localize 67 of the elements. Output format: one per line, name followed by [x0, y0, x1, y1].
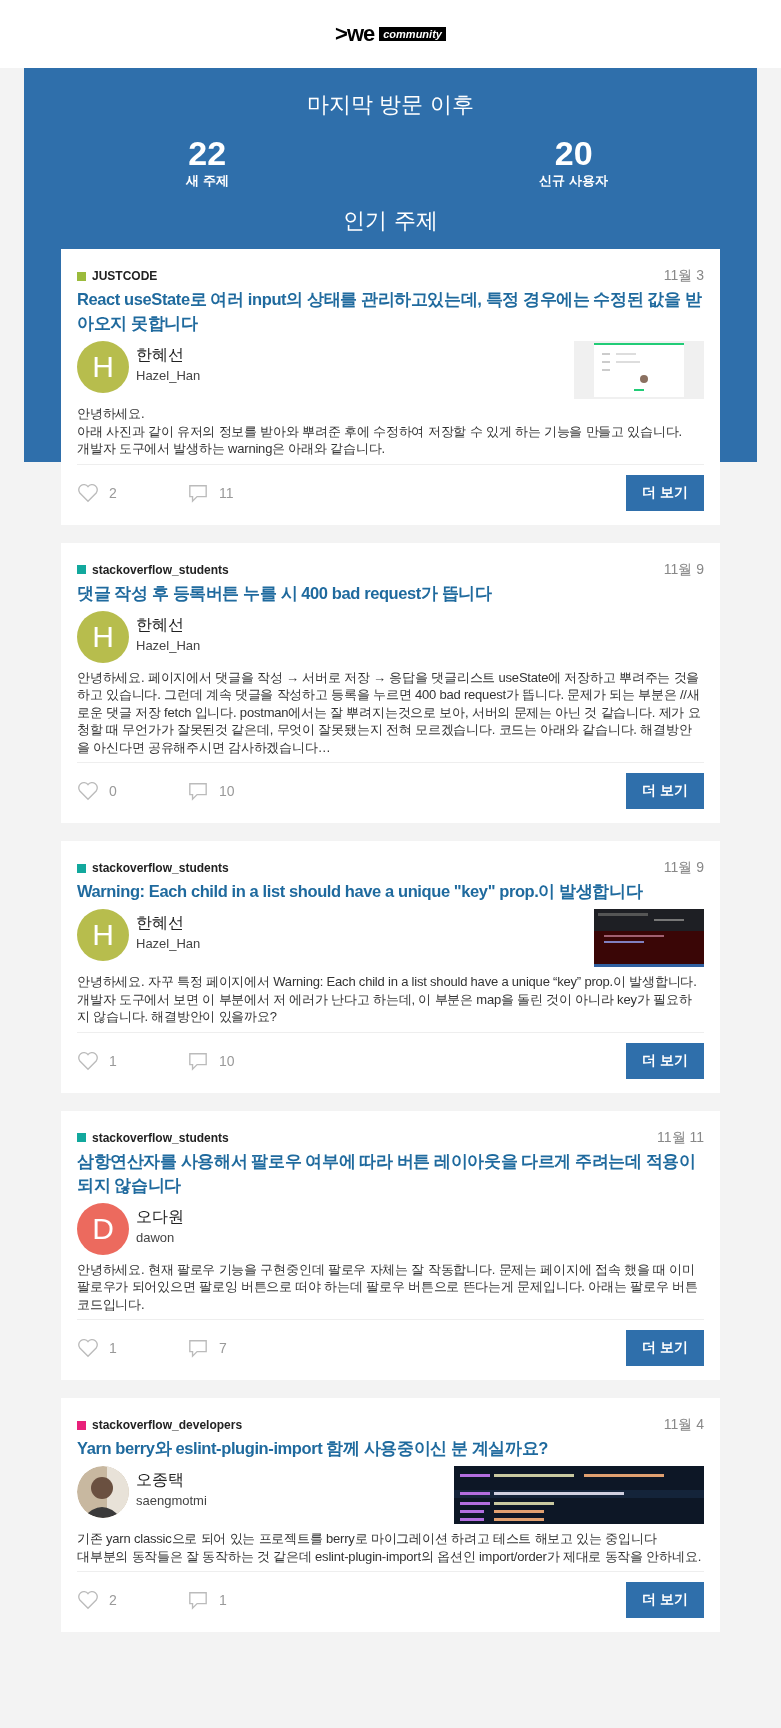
author-username: dawon — [136, 1229, 176, 1245]
heart-icon — [77, 1338, 99, 1358]
stat-value: 22 — [188, 134, 227, 172]
like-count: 2 — [109, 484, 117, 501]
stat-label: 새 주제 — [185, 172, 229, 190]
more-button[interactable]: 더 보기 — [626, 474, 704, 511]
comment-icon — [187, 1050, 209, 1071]
heart-icon — [77, 1050, 99, 1071]
category-link[interactable]: stackoverflow_developers — [77, 1418, 243, 1432]
like-count: 1 — [109, 1052, 117, 1069]
topic-title[interactable]: Yarn berry와 eslint-plugin-import 함께 사용중이신 분 계실까요? — [77, 1436, 704, 1460]
topic-excerpt: 기존 yarn classic으로 되어 있는 프로젝트를 berry로 마이그레이션 하려고 테스트 해보고 있는 중입니다 대부분의 동작들은 잘 동작하는 것 같은데 eslint-plugin-import의 옵션인 import/order가 제대로 동작을 안하네요. — [77, 1530, 703, 1565]
author-username: saengmotmi — [136, 1493, 207, 1508]
topic-title[interactable]: Warning: Each child in a list should have a unique "key" prop.이 발생합니다 — [77, 879, 704, 903]
avatar: D — [77, 1202, 129, 1255]
comment-count: 11 — [219, 484, 234, 501]
topic-excerpt: 안녕하세요. 자꾸 특정 페이지에서 Warning: Each child in a list should have a unique “key” prop.이 발생합니다. 개발자 도구에서 보면 이 부분에서 저 에러가 난다고 하는데, 이 부분은 map을 돌린 것이 아니라 key가 필요하지 않습니다. 해결방안이 있을까요? — [77, 973, 698, 1026]
heart-icon — [77, 1590, 99, 1610]
topic-excerpt: 안녕하세요. 페이지에서 댓글을 작성 → 서버로 저장 → 응답을 댓글리스트 useState에 저장하고 뿌려주는 것을 하고 있습니다. 그런데 계속 댓글을 작성하고 등록을 누르면 400 bad request가 뜹니다. 문제가 되는 부분은 //새로운 댓글 저장 fetch 입니다. postman에서는 잘 뿌려지는것으로 보아, 서버의 문제는 아닌 것 같습니다. 제가 요청할 때 무언가가 잘못된것 같은데, 무엇이 잘못됐는지 전혀 모르겠습니다. 코드는 아래와 같습니다. 해결방안을 아신다면 공유해주시면 감사하겠습니다… — [77, 668, 702, 756]
like-count: 0 — [109, 783, 117, 799]
author-name: 오종택 — [136, 1470, 185, 1490]
avatar: H — [77, 610, 129, 663]
avatar: H — [77, 341, 129, 393]
author-username: Hazel_Han — [136, 368, 201, 383]
comment-icon — [187, 1590, 209, 1610]
summary-title: 마지막 방문 이후 — [306, 91, 475, 119]
topic-excerpt: 안녕하세요. 현재 팔로우 기능을 구현중인데 팔로우 자체는 잘 작동합니다. 문제는 페이지에 접속 했을 때 이미 팔로우가 되어있으면 팔로잉 버튼으로 떠야 하는데 팔로우 버튼으로 뜬다는게 문제입니다. 아래는 팔로우 버튼 코드입니다. — [77, 1260, 699, 1313]
stat-label: 신규 사용자 — [539, 172, 609, 190]
topic-excerpt: 안녕하세요. 아래 사진과 같이 유저의 정보를 받아와 뿌려준 후에 수정하여 저장할 수 있게 하는 기능을 만들고 있습니다. 개발자 도구에서 발생하는 warning은 아래와 같습니다. — [77, 405, 683, 458]
logo-tag: community — [379, 27, 446, 41]
like-count: 2 — [109, 1592, 117, 1608]
topic-title[interactable]: 삼항연산자를 사용해서 팔로우 여부에 따라 버튼 레이아웃을 다르게 주려는데 적용이 되지 않습니다 — [77, 1148, 704, 1197]
category-link[interactable]: stackoverflow_students — [77, 861, 229, 875]
category-link[interactable]: stackoverflow_students — [77, 1130, 229, 1145]
comment-count: 10 — [219, 783, 235, 799]
comment-count: 10 — [219, 1052, 235, 1069]
comment-count: 7 — [219, 1340, 227, 1356]
topic-title[interactable]: React useState로 여러 input의 상태를 관리하고있는데, 특정 경우에는 수정된 값을 받아오지 못합니다 — [77, 287, 704, 335]
more-button[interactable]: 더 보기 — [626, 1042, 704, 1079]
category-link[interactable]: stackoverflow_students — [77, 562, 229, 577]
topic-date: 11월 3 — [663, 267, 704, 285]
topic-title[interactable]: 댓글 작성 후 등록버튼 누를 시 400 bad request가 뜹니다 — [77, 580, 704, 605]
author-username: Hazel_Han — [136, 637, 201, 653]
more-button[interactable]: 더 보기 — [626, 773, 704, 809]
stat-value: 20 — [554, 134, 593, 172]
comment-icon — [187, 482, 209, 503]
section-title: 인기 주제 — [342, 207, 439, 235]
heart-icon — [77, 482, 99, 503]
comment-count: 1 — [219, 1592, 227, 1608]
topic-date: 11월 11 — [657, 1128, 704, 1147]
author-name: 한혜선 — [136, 913, 185, 933]
topic-date: 11월 9 — [663, 859, 704, 877]
comment-icon — [187, 781, 209, 801]
author-name: 한혜선 — [136, 614, 185, 635]
category-link[interactable]: JUSTCODE — [77, 269, 158, 283]
logo-text: >we — [335, 21, 375, 47]
more-button[interactable]: 더 보기 — [626, 1582, 704, 1618]
like-count: 1 — [109, 1340, 117, 1356]
topic-date: 11월 9 — [663, 560, 704, 579]
more-button[interactable]: 더 보기 — [626, 1330, 704, 1366]
author-name: 한혜선 — [136, 345, 185, 365]
heart-icon — [77, 781, 99, 801]
comment-icon — [187, 1338, 209, 1358]
author-name: 오다원 — [136, 1206, 184, 1227]
topic-date: 11월 4 — [663, 1416, 704, 1434]
avatar: H — [77, 909, 129, 961]
author-username: Hazel_Han — [136, 936, 201, 951]
